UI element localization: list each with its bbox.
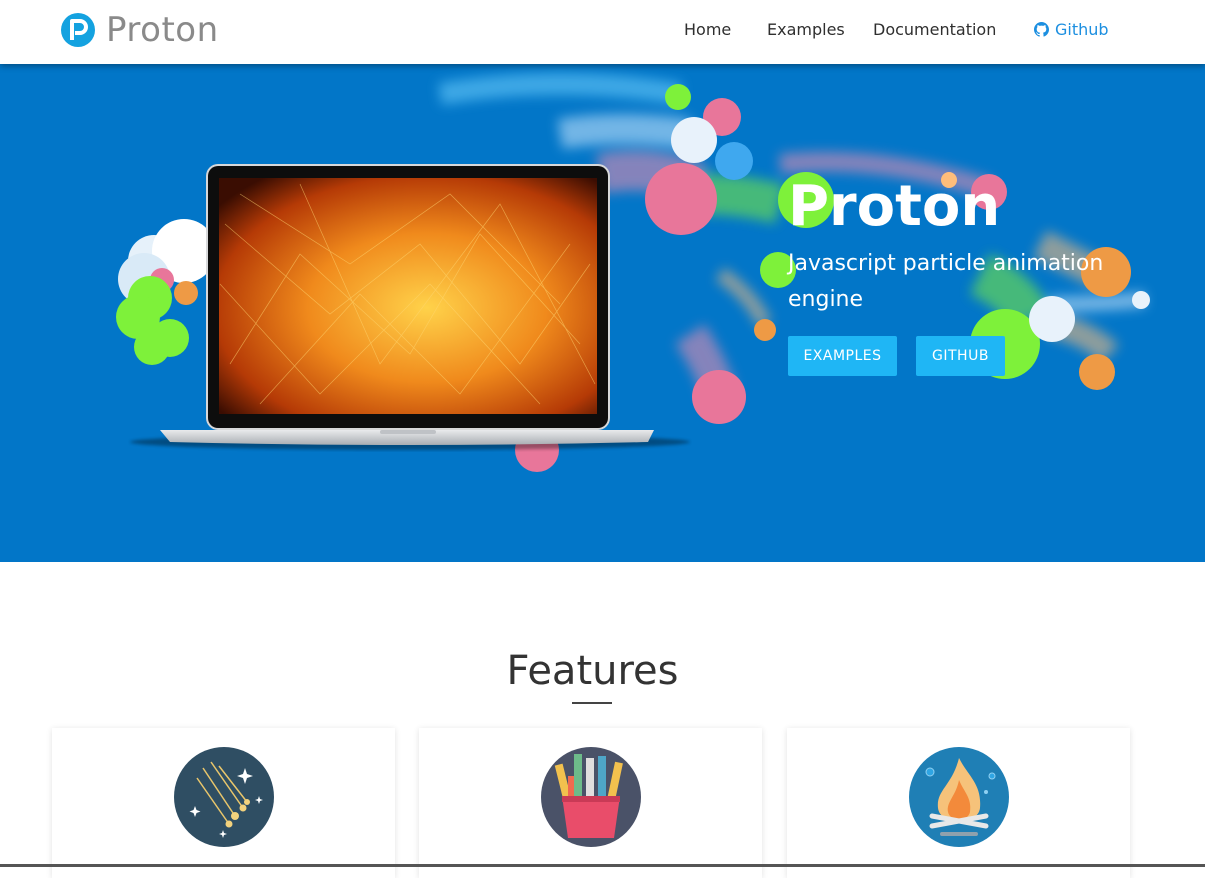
github-icon [1034, 22, 1049, 37]
examples-button[interactable]: EXAMPLES [788, 336, 897, 376]
brand-logo-link[interactable]: Proton [60, 10, 219, 50]
meteor-shower-icon [174, 747, 274, 847]
github-button[interactable]: GITHUB [916, 336, 1005, 376]
nav-github-label: Github [1055, 20, 1109, 39]
nav-home-link[interactable]: Home [684, 20, 731, 39]
brand-name: Proton [106, 10, 219, 50]
feature-card [787, 728, 1130, 878]
hero-banner: Proton Javascript particle animation eng… [0, 64, 1205, 562]
nav-examples-link[interactable]: Examples [767, 20, 845, 39]
campfire-icon [909, 747, 1009, 847]
feature-card [52, 728, 395, 878]
pencil-cup-icon [541, 747, 641, 847]
nav-github-link[interactable]: Github [1034, 20, 1109, 39]
features-heading: Features [506, 648, 679, 694]
feature-card [419, 728, 762, 878]
proton-logo-icon [61, 13, 95, 47]
hero-title: Proton [788, 174, 1001, 239]
features-divider [572, 702, 612, 704]
laptop-illustration [130, 164, 690, 450]
hero-subtitle: Javascript particle animation engine [788, 251, 1104, 312]
top-navbar: Proton Home Examples Documentation Githu… [0, 0, 1205, 64]
nav-documentation-link[interactable]: Documentation [873, 20, 996, 39]
